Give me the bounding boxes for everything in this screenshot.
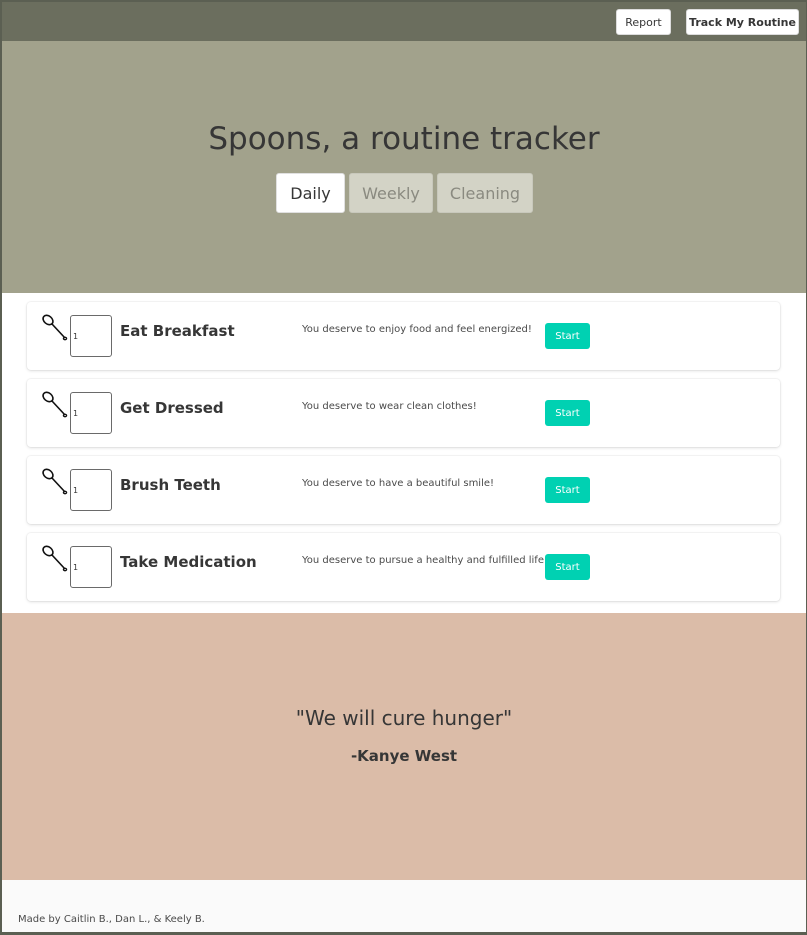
start-button[interactable]: Start — [545, 400, 590, 426]
page-title: Spoons, a routine tracker — [208, 121, 600, 157]
spoon-icon — [42, 468, 68, 495]
tab-weekly[interactable]: Weekly — [349, 173, 433, 213]
task-card-eat-breakfast: 1 Eat Breakfast You deserve to enjoy foo… — [27, 302, 780, 370]
task-name: Eat Breakfast — [120, 322, 235, 340]
spoon-icon — [42, 545, 68, 572]
hero: Spoons, a routine tracker Daily Weekly C… — [2, 41, 806, 293]
task-description: You deserve to have a beautiful smile! — [302, 478, 495, 489]
footer-credits: Made by Caitlin B., Dan L., & Keely B. — [18, 914, 205, 925]
spoon-count-input[interactable]: 1 — [70, 392, 112, 434]
start-button[interactable]: Start — [545, 477, 590, 503]
track-my-routine-button[interactable]: Track My Routine — [686, 9, 799, 35]
spoon-count-input[interactable]: 1 — [70, 469, 112, 511]
task-card-brush-teeth: 1 Brush Teeth You deserve to have a beau… — [27, 456, 780, 524]
page: Report Track My Routine Spoons, a routin… — [2, 2, 806, 932]
task-name: Take Medication — [120, 553, 257, 571]
start-button[interactable]: Start — [545, 554, 590, 580]
quote-author: -Kanye West — [350, 747, 458, 765]
quote-text: "We will cure hunger" — [295, 706, 513, 730]
quote-section: "We will cure hunger" -Kanye West — [2, 613, 806, 880]
task-name: Brush Teeth — [120, 476, 221, 494]
task-list: 1 Eat Breakfast You deserve to enjoy foo… — [2, 293, 806, 613]
footer: Made by Caitlin B., Dan L., & Keely B. — [2, 880, 806, 932]
spoon-count-input[interactable]: 1 — [70, 315, 112, 357]
spoon-count-input[interactable]: 1 — [70, 546, 112, 588]
start-button[interactable]: Start — [545, 323, 590, 349]
navbar: Report Track My Routine — [2, 2, 806, 41]
task-name: Get Dressed — [120, 399, 224, 417]
report-button[interactable]: Report — [616, 9, 671, 35]
task-description: You deserve to enjoy food and feel energ… — [302, 324, 532, 335]
tab-cleaning[interactable]: Cleaning — [437, 173, 533, 213]
task-card-take-medication: 1 Take Medication You deserve to pursue … — [27, 533, 780, 601]
spoon-icon — [42, 314, 68, 341]
task-description: You deserve to pursue a healthy and fulf… — [302, 555, 544, 566]
task-description: You deserve to wear clean clothes! — [302, 401, 477, 412]
spoon-icon — [42, 391, 68, 418]
tab-daily[interactable]: Daily — [276, 173, 345, 213]
task-card-get-dressed: 1 Get Dressed You deserve to wear clean … — [27, 379, 780, 447]
routine-tabs: Daily Weekly Cleaning — [276, 173, 533, 213]
